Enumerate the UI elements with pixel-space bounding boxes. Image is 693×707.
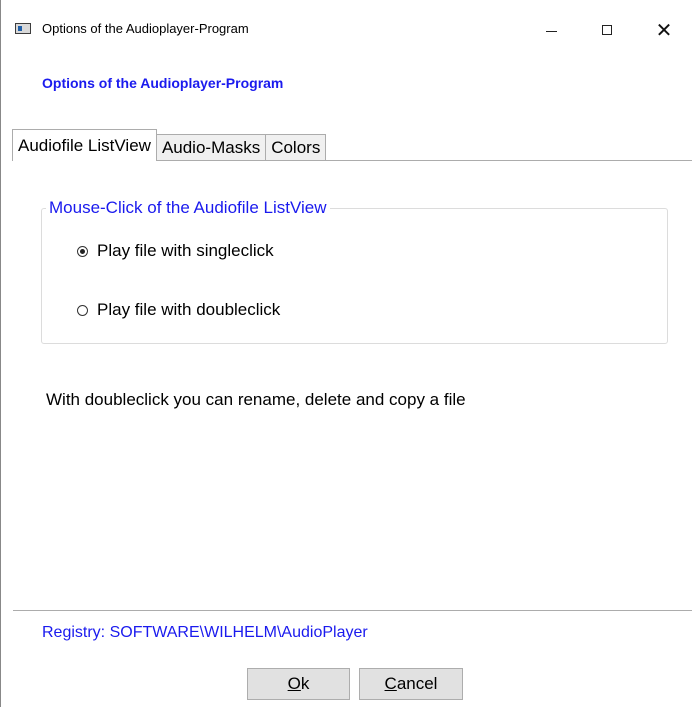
radio-option-singleclick[interactable]: Play file with singleclick xyxy=(77,241,274,261)
minimize-icon xyxy=(545,30,557,32)
radio-button-doubleclick[interactable] xyxy=(77,304,88,316)
window-title: Options of the Audioplayer-Program xyxy=(42,21,249,36)
cancel-mnemonic: C xyxy=(384,674,397,693)
tab-audiofile-listview[interactable]: Audiofile ListView xyxy=(12,129,157,161)
mouse-click-groupbox xyxy=(41,208,668,344)
footer-separator xyxy=(13,610,692,611)
radio-label-doubleclick[interactable]: Play file with doubleclick xyxy=(97,300,280,320)
radio-option-doubleclick[interactable]: Play file with doubleclick xyxy=(77,300,280,320)
dialog-header-label: Options of the Audioplayer-Program xyxy=(42,75,284,91)
app-window-icon[interactable] xyxy=(15,23,31,34)
maximize-button[interactable] xyxy=(584,10,630,50)
info-text: With doubleclick you can rename, delete … xyxy=(46,390,466,409)
ok-mnemonic: O xyxy=(287,674,301,693)
groupbox-legend: Mouse-Click of the Audiofile ListView xyxy=(46,198,330,218)
tab-strip: Audiofile ListView Audio-Masks Colors xyxy=(12,129,327,161)
radio-button-singleclick[interactable] xyxy=(77,245,88,257)
options-dialog-window: Options of the Audioplayer-Program ✕ Opt… xyxy=(0,0,693,707)
title-bar[interactable]: Options of the Audioplayer-Program ✕ xyxy=(1,0,693,58)
ok-button[interactable]: Ok xyxy=(247,668,350,700)
maximize-icon xyxy=(602,25,612,35)
tab-colors[interactable]: Colors xyxy=(265,134,327,161)
minimize-button[interactable] xyxy=(528,10,574,50)
cancel-label-rest: ancel xyxy=(396,674,438,693)
close-button[interactable]: ✕ xyxy=(641,10,687,50)
tab-audio-masks[interactable]: Audio-Masks xyxy=(155,134,267,161)
cancel-button[interactable]: Cancel xyxy=(359,668,463,700)
ok-label-rest: k xyxy=(300,674,310,693)
close-icon: ✕ xyxy=(655,18,673,42)
radio-label-singleclick[interactable]: Play file with singleclick xyxy=(97,241,274,261)
registry-path-label: Registry: SOFTWARE\WILHELM\AudioPlayer xyxy=(42,624,368,641)
